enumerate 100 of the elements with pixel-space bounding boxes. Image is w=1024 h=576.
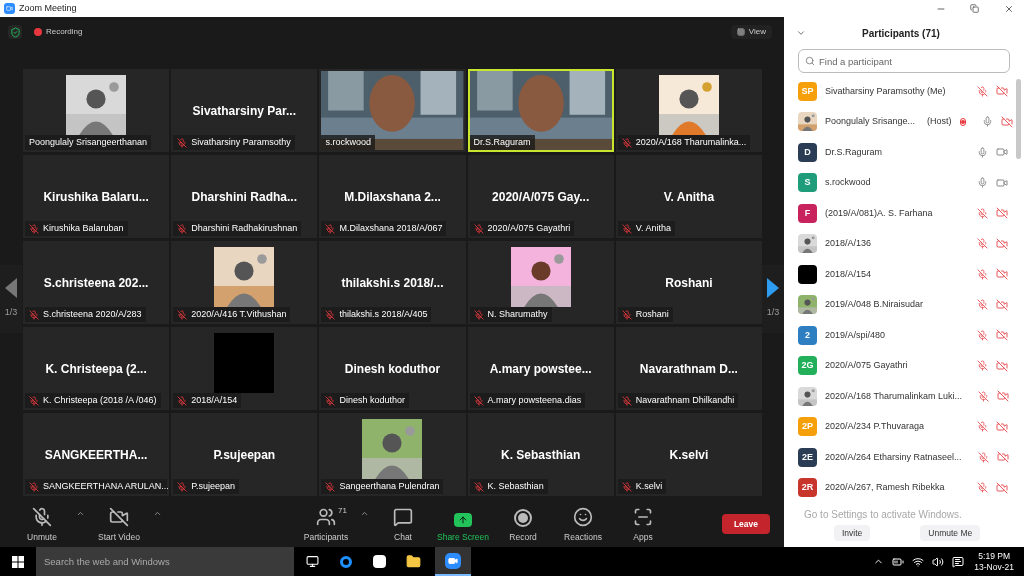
participant-row[interactable]: 2019/A/048 B.Niraisudar [784, 289, 1024, 320]
name-label: thilakshi.s 2018/A/405 [321, 307, 432, 322]
name-label: V. Anitha [617, 221, 675, 236]
muted-mic-icon [29, 395, 39, 406]
participant-row[interactable]: 2P 2020/A/234 P.Thuvaraga [784, 411, 1024, 442]
name-label: 2020/A/168 Tharumalinka... [617, 135, 751, 150]
participant-row[interactable]: 2018/A/136 [784, 228, 1024, 259]
muted-mic-icon [29, 309, 39, 320]
volume-icon[interactable] [932, 555, 945, 568]
close-icon[interactable] [1004, 3, 1014, 14]
muted-mic-icon [621, 481, 632, 492]
participant-row[interactable]: S s.rockwood [784, 167, 1024, 198]
name-label: Dharshini Radhakirushnan [173, 221, 302, 236]
window-title: Zoom Meeting [19, 1, 77, 15]
leave-button[interactable]: Leave [721, 514, 770, 534]
muted-mic-icon [29, 481, 39, 492]
participant-name: 2020/A/075 Gay... [492, 188, 590, 206]
record-button[interactable]: Record [493, 509, 553, 544]
muted-mic-icon [325, 309, 336, 320]
apps-button[interactable]: Apps [613, 507, 673, 544]
name-label: Sangeerthana Pulendran [321, 479, 444, 494]
store-icon[interactable] [373, 555, 386, 568]
people-icon [316, 507, 336, 528]
participant-name: 2020/A/234 P.Thuvaraga [825, 420, 924, 433]
participant-name: Dinesh koduthor [344, 360, 441, 378]
initials-avatar: S [798, 173, 817, 193]
name-label: K.selvi [617, 479, 667, 494]
name-label: A.mary powsteena.dias [469, 393, 586, 408]
participants-button[interactable]: 71 Participants [296, 507, 356, 544]
participant-name: Navarathnam D... [639, 360, 738, 378]
video-button[interactable]: Start Video [89, 507, 149, 544]
participant-name: SANGKEERTHA... [44, 446, 148, 464]
initials-avatar: 2G [798, 356, 817, 376]
app-icon [4, 3, 15, 14]
muted-mic-icon [29, 223, 39, 234]
muted-mic-icon [177, 223, 188, 234]
initials-avatar: SP [798, 81, 817, 101]
participant-name: 2020/A/168 Tharumalinkam Luki... [825, 389, 962, 403]
participant-row[interactable]: 2G 2020/A/075 Gayathri [784, 350, 1024, 381]
wifi-icon[interactable] [912, 555, 925, 568]
next-page-button[interactable]: 1/3 [762, 265, 784, 333]
name-label: 2020/A/416 T.Vithushan [173, 307, 291, 322]
activation-notice: Go to Settings to activate Windows. [803, 508, 963, 521]
participant-name: K.selvi [669, 446, 709, 464]
video-off-icon [109, 507, 129, 528]
participant-row[interactable]: Poongulaly Srisange... (Host) [784, 106, 1024, 137]
battery-icon[interactable] [892, 555, 905, 568]
taskbar-search-field[interactable]: Search the web and Windows [36, 547, 294, 576]
participant-row[interactable]: D Dr.S.Raguram [784, 137, 1024, 168]
participant-name: S.christeena 202... [43, 274, 149, 292]
muted-mic-icon [473, 395, 484, 406]
participant-count: 71 [338, 505, 347, 518]
muted-mic-icon [325, 481, 336, 492]
name-label: P.sujeepan [173, 479, 240, 494]
muted-mic-icon [621, 137, 632, 148]
apps-icon [633, 507, 653, 528]
participant-name: K. Sebasthian [501, 446, 581, 464]
search-field[interactable]: Find a participant [798, 49, 1010, 73]
share-button[interactable]: Share Screen [433, 513, 493, 544]
notification-icon[interactable] [952, 555, 965, 568]
security-shield-icon[interactable] [8, 25, 22, 39]
folder-icon[interactable] [406, 554, 421, 569]
clock[interactable]: 5:19 PM 13-Nov-21 [974, 550, 1014, 573]
participant-row[interactable]: 2R 2020/A/267, Ramesh Ribekka [784, 472, 1024, 503]
recording-indicator: Recording [34, 26, 83, 38]
muted-mic-icon [177, 309, 188, 320]
mic-button[interactable]: Unmute [12, 507, 72, 544]
zoom-app-icon[interactable] [435, 547, 471, 576]
name-label: SANGKEERTHANA ARULAN... [25, 479, 168, 494]
participant-name: thilakshi.s 2018/... [341, 274, 444, 292]
invite-button[interactable]: Invite [834, 525, 871, 541]
participant-row[interactable]: 2020/A/168 Tharumalinkam Luki... [784, 381, 1024, 412]
muted-mic-icon [32, 507, 52, 528]
collapse-icon[interactable] [796, 28, 806, 38]
initials-avatar: F [798, 203, 817, 223]
initials-avatar: 2R [798, 478, 817, 498]
smile-icon [573, 507, 593, 528]
name-label: Dinesh koduthor [321, 393, 409, 408]
name-label: 2020/A/075 Gayathri [469, 221, 575, 236]
participant-name: 2020/A/267, Ramesh Ribekka [825, 481, 945, 494]
left-arrow-icon [5, 278, 17, 299]
name-label: K. Sebasthian [469, 479, 548, 494]
name-label: Sivatharsiny Paramsothy [173, 135, 295, 150]
participant-row[interactable]: SP Sivatharsiny Paramsothy (Me) [784, 76, 1024, 107]
chat-button[interactable]: Chat [373, 507, 433, 544]
muted-mic-icon [473, 481, 484, 492]
participant-name: P.sujeepan [213, 446, 276, 464]
view-button[interactable]: View [730, 25, 772, 39]
participant-row[interactable]: 2E 2020/A/264 Etharsiny Ratnaseel... [784, 442, 1024, 473]
participant-row[interactable]: 2018/A/154 [784, 259, 1024, 290]
reactions-button[interactable]: Reactions [553, 507, 613, 544]
restore-icon[interactable] [970, 4, 979, 13]
scrollbar[interactable] [1016, 79, 1021, 159]
participant-name: Sivatharsiny Paramsothy (Me) [825, 84, 946, 98]
task-view-icon[interactable] [306, 555, 319, 568]
name-label: 2018/A/154 [173, 393, 242, 408]
participant-name: Sivatharsiny Par... [192, 102, 296, 120]
participant-row[interactable]: 2 2019/A/spi/480 [784, 320, 1024, 351]
participant-row[interactable]: F (2019/A/081)A. S. Farhana [784, 198, 1024, 229]
unmute-me-button[interactable]: Unmute Me [920, 525, 981, 541]
